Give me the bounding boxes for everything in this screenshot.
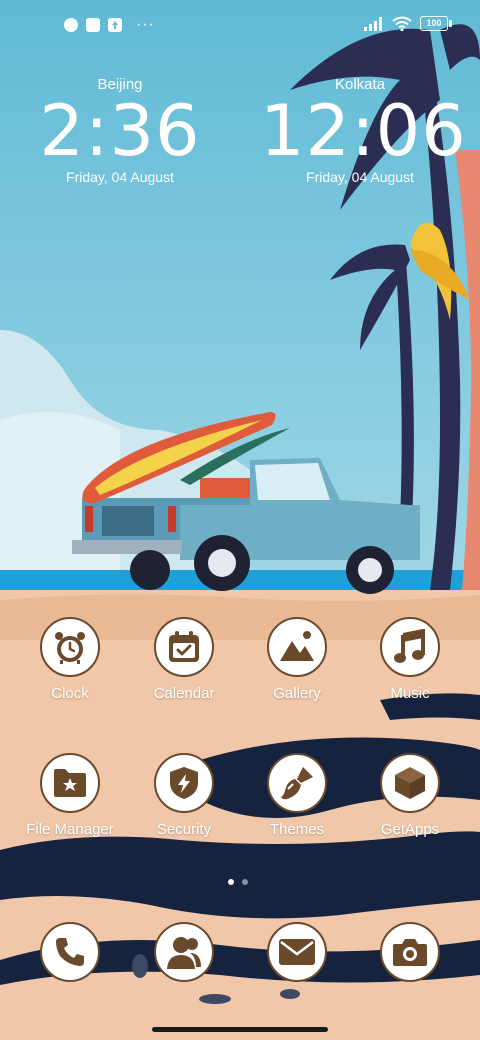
battery-icon: 100 bbox=[420, 16, 452, 31]
app-label: File Manager bbox=[26, 821, 114, 838]
folder-icon bbox=[54, 769, 86, 797]
dock-phone[interactable] bbox=[10, 922, 130, 982]
more-notifications-dots: ··· bbox=[136, 16, 155, 33]
square-app-icon bbox=[86, 18, 100, 32]
status-bar-notifications: ··· bbox=[64, 16, 155, 33]
music-note-icon bbox=[394, 629, 425, 663]
app-themes[interactable]: Themes bbox=[237, 753, 357, 838]
shield-icon bbox=[170, 767, 198, 799]
home-screen: ··· 100 Beijing 2:36 Friday, 04 August K… bbox=[0, 0, 480, 1040]
app-label: Calendar bbox=[153, 685, 215, 702]
clock-time: 2:36 bbox=[39, 90, 201, 172]
app-icon-bubble bbox=[267, 617, 327, 677]
app-label: Clock bbox=[51, 685, 89, 702]
app-label: Gallery bbox=[273, 685, 321, 702]
clock-widget-kolkata[interactable]: Kolkata 12:06 Friday, 04 August bbox=[260, 76, 467, 185]
contacts-icon bbox=[167, 937, 201, 969]
app-label: GetApps bbox=[380, 821, 440, 838]
app-icon-bubble bbox=[267, 922, 327, 982]
dock-camera[interactable] bbox=[350, 922, 470, 982]
page-dot bbox=[242, 879, 248, 885]
brush-icon bbox=[281, 767, 313, 800]
dock-contacts[interactable] bbox=[124, 922, 244, 982]
alarm-clock-icon bbox=[55, 632, 85, 664]
box-icon bbox=[395, 767, 425, 799]
status-bar-system: 100 bbox=[364, 16, 452, 31]
home-gesture-bar[interactable] bbox=[152, 1027, 328, 1032]
app-label: Security bbox=[156, 821, 212, 838]
page-indicator[interactable] bbox=[228, 879, 248, 885]
status-bar: ··· 100 bbox=[0, 14, 480, 42]
app-icon-bubble bbox=[154, 753, 214, 813]
app-icon-bubble bbox=[40, 922, 100, 982]
app-gallery[interactable]: Gallery bbox=[237, 617, 357, 702]
signal-icon bbox=[364, 16, 382, 31]
mail-icon bbox=[279, 939, 315, 965]
upload-icon bbox=[108, 18, 122, 32]
calendar-icon bbox=[169, 631, 199, 662]
gallery-icon bbox=[280, 631, 314, 661]
app-label: Themes bbox=[269, 821, 325, 838]
notification-icon bbox=[64, 18, 78, 32]
app-getapps[interactable]: GetApps bbox=[350, 753, 470, 838]
app-icon-bubble bbox=[40, 617, 100, 677]
app-icon-bubble bbox=[380, 753, 440, 813]
app-label: Music bbox=[390, 685, 430, 702]
app-icon-bubble bbox=[267, 753, 327, 813]
wifi-icon bbox=[392, 16, 412, 31]
page-dot-active bbox=[228, 879, 234, 885]
app-icon-bubble bbox=[380, 617, 440, 677]
dock-mail[interactable] bbox=[237, 922, 357, 982]
app-security[interactable]: Security bbox=[124, 753, 244, 838]
app-icon-bubble bbox=[154, 617, 214, 677]
app-clock[interactable]: Clock bbox=[10, 617, 130, 702]
app-calendar[interactable]: Calendar bbox=[124, 617, 244, 702]
phone-icon bbox=[56, 938, 84, 966]
app-icon-bubble bbox=[380, 922, 440, 982]
app-file-manager[interactable]: File Manager bbox=[10, 753, 130, 838]
clock-widget-beijing[interactable]: Beijing 2:36 Friday, 04 August bbox=[20, 76, 220, 185]
app-icon-bubble bbox=[154, 922, 214, 982]
camera-icon bbox=[393, 939, 427, 966]
app-icon-bubble bbox=[40, 753, 100, 813]
clock-time: 12:06 bbox=[260, 90, 467, 172]
app-music[interactable]: Music bbox=[350, 617, 470, 702]
